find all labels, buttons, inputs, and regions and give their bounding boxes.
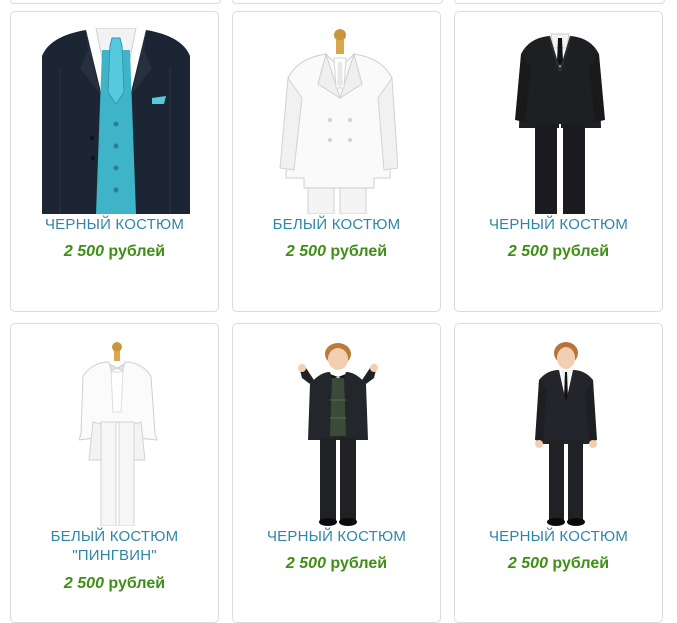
price-currency: рублей <box>330 243 388 260</box>
price-amount: 2 500 <box>285 243 326 260</box>
product-image[interactable] <box>278 28 398 214</box>
price-currency: рублей <box>330 555 388 572</box>
product-price: 2 500 рублей <box>11 242 218 262</box>
product-card[interactable]: БЕЛЫЙ КОСТЮМ 2 500 рублей <box>232 11 441 312</box>
product-image[interactable] <box>40 28 192 214</box>
price-currency: рублей <box>108 575 166 592</box>
product-price: 2 500 рублей <box>233 242 440 262</box>
product-price: 2 500 рублей <box>11 574 218 594</box>
product-card[interactable]: ЧЕРНЫЙ КОСТЮМ 2 500 рублей <box>454 11 663 312</box>
product-card[interactable]: БЕЛЫЙ КОСТЮМ "ПИНГВИН" 2 500 рублей <box>10 323 219 623</box>
product-title-line-2[interactable]: "ПИНГВИН" <box>11 546 218 566</box>
product-title-line-1[interactable]: БЕЛЫЙ КОСТЮМ <box>11 527 218 547</box>
price-amount: 2 500 <box>63 575 104 592</box>
product-card[interactable]: ЧЕРНЫЙ КОСТЮМ 2 500 рублей <box>454 323 663 623</box>
product-image[interactable] <box>515 28 605 214</box>
price-amount: 2 500 <box>507 555 548 572</box>
product-title[interactable]: ЧЕРНЫЙ КОСТЮМ <box>233 527 440 547</box>
price-currency: рублей <box>108 243 166 260</box>
product-image[interactable] <box>533 340 599 526</box>
product-title[interactable]: БЕЛЫЙ КОСТЮМ <box>233 215 440 235</box>
price-currency: рублей <box>552 555 610 572</box>
product-price: 2 500 рублей <box>455 554 662 574</box>
product-image[interactable] <box>79 342 159 526</box>
product-card[interactable]: ЧЕРНЫЙ КОСТЮМ 2 500 рублей <box>232 323 441 623</box>
product-image[interactable] <box>292 340 384 526</box>
previous-row-card-2 <box>232 0 443 4</box>
price-amount: 2 500 <box>63 243 104 260</box>
product-title[interactable]: ЧЕРНЫЙ КОСТЮМ <box>455 527 662 547</box>
previous-row-card-1 <box>10 0 221 4</box>
price-amount: 2 500 <box>507 243 548 260</box>
price-currency: рублей <box>552 243 610 260</box>
price-amount: 2 500 <box>285 555 326 572</box>
product-price: 2 500 рублей <box>233 554 440 574</box>
product-title[interactable]: ЧЕРНЫЙ КОСТЮМ <box>11 215 218 235</box>
previous-row-card-3 <box>454 0 665 4</box>
product-price: 2 500 рублей <box>455 242 662 262</box>
product-title[interactable]: ЧЕРНЫЙ КОСТЮМ <box>455 215 662 235</box>
product-card[interactable]: ЧЕРНЫЙ КОСТЮМ 2 500 рублей <box>10 11 219 312</box>
